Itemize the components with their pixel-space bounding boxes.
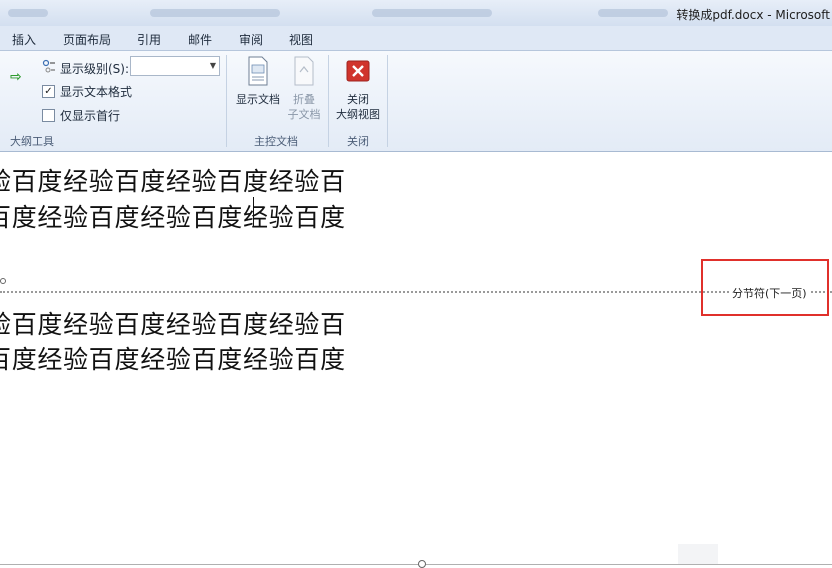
close-icon: [346, 60, 370, 82]
collapse-document-icon: [294, 56, 314, 86]
document-icon: [248, 56, 268, 86]
close-label-2: 大纲视图: [336, 108, 380, 121]
document-area[interactable]: 验百度经验百度经验百度经验百 百度经验百度经验百度经验百度 分节符(下一页) 验…: [0, 152, 832, 568]
blurred-tab: [150, 9, 280, 17]
margin-marker: [0, 278, 6, 284]
first-line-only-label: 仅显示首行: [60, 109, 121, 123]
promote-arrows-icon[interactable]: ⇨: [10, 69, 22, 85]
collapse-subdocuments-button[interactable]: 折叠 子文档: [286, 56, 322, 122]
ribbon: ⇨ 显示级别(S): ▼ ✓ 显示文本格式 仅显示首行 大纲工具 显示文档 折叠…: [0, 51, 832, 152]
tab-view[interactable]: 视图: [289, 31, 313, 48]
document-text-line[interactable]: 百度经验百度经验百度经验百度: [0, 340, 346, 376]
ribbon-tabs: 插入 页面布局 引用 邮件 审阅 视图: [0, 26, 832, 51]
page-marker: [418, 560, 426, 568]
tab-review[interactable]: 审阅: [239, 31, 263, 48]
close-outline-view-button[interactable]: 关闭 大纲视图: [333, 56, 383, 122]
tab-insert[interactable]: 插入: [12, 31, 36, 48]
close-group-label: 关闭: [347, 135, 369, 148]
blurred-area: [678, 544, 718, 564]
first-line-only-checkbox[interactable]: [42, 109, 55, 122]
document-text-line[interactable]: 验百度经验百度经验百度经验百: [0, 162, 346, 198]
blurred-tab: [372, 9, 492, 17]
tab-references[interactable]: 引用: [137, 31, 161, 48]
tab-page-layout[interactable]: 页面布局: [63, 31, 111, 48]
document-text-line[interactable]: 验百度经验百度经验百度经验百: [0, 305, 346, 341]
document-text-line[interactable]: 百度经验百度经验百度经验百度: [0, 198, 346, 234]
collapse-label-1: 折叠: [293, 93, 315, 106]
title-bar: 转换成pdf.docx - Microsoft: [0, 0, 832, 26]
master-document-group-label: 主控文档: [254, 135, 298, 148]
show-text-format-checkbox[interactable]: ✓: [42, 85, 55, 98]
highlight-box: [701, 259, 829, 316]
group-divider: [226, 55, 227, 147]
outline-tools-group-label: 大纲工具: [10, 135, 54, 148]
blurred-tab: [8, 9, 48, 17]
close-label-1: 关闭: [347, 93, 369, 106]
chevron-down-icon: ▼: [209, 61, 216, 70]
show-document-button[interactable]: 显示文档: [232, 56, 284, 107]
show-document-label: 显示文档: [236, 93, 280, 106]
text-cursor: [253, 197, 254, 227]
window-title: 转换成pdf.docx - Microsoft: [676, 8, 830, 22]
group-divider: [328, 55, 329, 147]
collapse-label-2: 子文档: [287, 108, 321, 121]
blurred-tab: [598, 9, 668, 17]
page-bottom-line: [0, 564, 832, 565]
group-divider: [387, 55, 388, 147]
show-text-format-label: 显示文本格式: [60, 85, 133, 99]
show-level-icon: [42, 59, 55, 73]
tab-mailings[interactable]: 邮件: [188, 31, 212, 48]
show-level-select[interactable]: ▼: [130, 56, 220, 76]
show-level-label: 显示级别(S):: [60, 62, 130, 76]
